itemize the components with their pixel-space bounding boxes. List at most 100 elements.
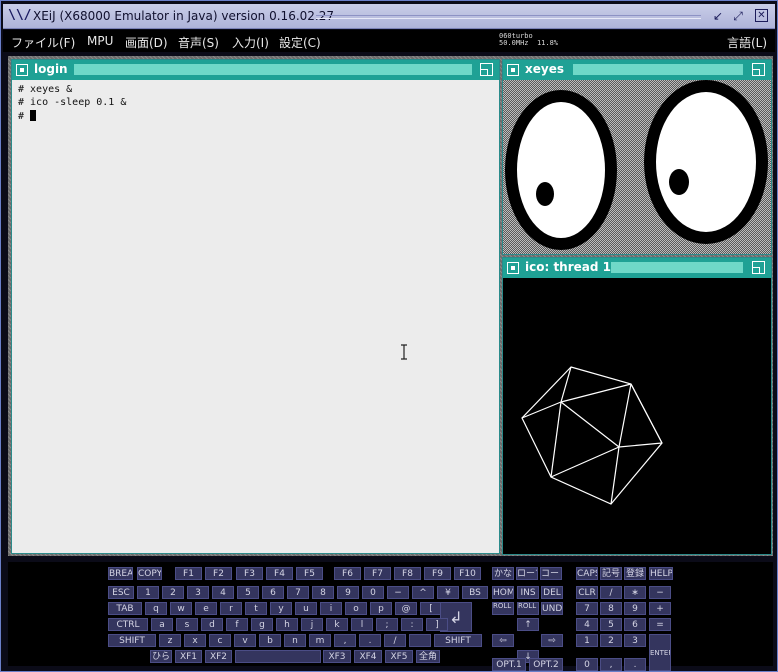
key-3[interactable]: 3 — [187, 586, 209, 599]
key-t[interactable]: t — [245, 602, 267, 615]
key--[interactable]: [ — [420, 602, 442, 615]
key-ロ-マ[interactable]: ローマ — [516, 567, 538, 580]
key-8[interactable]: 8 — [600, 602, 622, 615]
key-a[interactable]: a — [151, 618, 173, 631]
key-home[interactable]: HOME — [492, 586, 514, 599]
key-c[interactable]: c — [209, 634, 231, 647]
key-1[interactable]: 1 — [137, 586, 159, 599]
key-caps[interactable]: CAPS — [576, 567, 598, 580]
key-0[interactable]: 0 — [576, 658, 598, 671]
key--[interactable]: − — [649, 586, 671, 599]
key-xf4[interactable]: XF4 — [354, 650, 382, 663]
menu-language[interactable]: 言語(L) — [727, 34, 767, 51]
menu-display[interactable]: 画面(D) — [125, 34, 168, 51]
key-xf2[interactable]: XF2 — [205, 650, 232, 663]
key--[interactable]: . — [359, 634, 381, 647]
maximize-icon[interactable] — [752, 63, 765, 76]
key--[interactable]: : — [401, 618, 423, 631]
terminal-area[interactable]: # xeyes & # ico -sleep 0.1 & # — [12, 80, 499, 553]
key-undo[interactable]: UNDO — [541, 602, 563, 615]
key-roll-up[interactable]: ROLL UP — [492, 602, 514, 615]
key-m[interactable]: m — [309, 634, 331, 647]
key-q[interactable]: q — [145, 602, 167, 615]
key-f6[interactable]: F6 — [334, 567, 361, 580]
key-6[interactable]: 6 — [262, 586, 284, 599]
key-g[interactable]: g — [251, 618, 273, 631]
key-shift[interactable]: SHIFT — [108, 634, 156, 647]
menu-settings[interactable]: 設定(C) — [279, 34, 321, 51]
key-7[interactable]: 7 — [576, 602, 598, 615]
title-bar[interactable]: \\/ XEiJ (X68000 Emulator in Java) versi… — [3, 4, 775, 29]
key-b[interactable]: b — [259, 634, 281, 647]
key-3[interactable]: 3 — [624, 634, 646, 647]
key-f5[interactable]: F5 — [296, 567, 323, 580]
key-9[interactable]: 9 — [624, 602, 646, 615]
key--[interactable]: ; — [376, 618, 398, 631]
menu-sound[interactable]: 音声(S) — [178, 34, 219, 51]
key-1[interactable]: 1 — [576, 634, 598, 647]
key-opt-2[interactable]: OPT.2 — [529, 658, 563, 671]
key--[interactable]: ∕ — [384, 634, 406, 647]
key-0[interactable]: 0 — [362, 586, 384, 599]
key-ひら[interactable]: ひら — [150, 650, 172, 663]
key-n[interactable]: n — [284, 634, 306, 647]
minimize-icon[interactable]: ↙ — [711, 9, 725, 23]
window-menu-icon[interactable] — [507, 262, 519, 274]
key--[interactable]: , — [600, 658, 622, 671]
key-opt-1[interactable]: OPT.1 — [492, 658, 526, 671]
maximize-icon[interactable] — [752, 261, 765, 274]
key--[interactable]: − — [387, 586, 409, 599]
maximize-icon[interactable]: ⤢ — [731, 9, 745, 23]
key-bs[interactable]: BS — [462, 586, 488, 599]
window-menu-icon[interactable] — [507, 64, 519, 76]
key--[interactable]: ∗ — [624, 586, 646, 599]
key-enter[interactable]: ENTER — [649, 634, 671, 671]
key-v[interactable]: v — [234, 634, 256, 647]
key-4[interactable]: 4 — [576, 618, 598, 631]
key-z[interactable]: z — [159, 634, 181, 647]
key-space[interactable] — [409, 634, 431, 647]
key-5[interactable]: 5 — [600, 618, 622, 631]
key-del[interactable]: DEL — [541, 586, 563, 599]
key-copy[interactable]: COPY — [137, 567, 162, 580]
menu-mpu[interactable]: MPU — [87, 34, 113, 48]
key--[interactable]: + — [649, 602, 671, 615]
xeyes-window[interactable]: xeyes — [502, 59, 772, 255]
key-r[interactable]: r — [220, 602, 242, 615]
xeyes-title-bar[interactable]: xeyes — [503, 60, 771, 80]
key-xf1[interactable]: XF1 — [175, 650, 202, 663]
key--[interactable]: = — [649, 618, 671, 631]
key-2[interactable]: 2 — [162, 586, 184, 599]
key-x[interactable]: x — [184, 634, 206, 647]
key-ins[interactable]: INS — [517, 586, 539, 599]
key-f3[interactable]: F3 — [236, 567, 263, 580]
key-5[interactable]: 5 — [237, 586, 259, 599]
maximize-icon[interactable] — [480, 63, 493, 76]
window-menu-icon[interactable] — [16, 64, 28, 76]
key-ctrl[interactable]: CTRL — [108, 618, 148, 631]
key--[interactable]: ^ — [412, 586, 434, 599]
key-f10[interactable]: F10 — [454, 567, 481, 580]
key--[interactable]: ↑ — [517, 618, 539, 631]
key-xf5[interactable]: XF5 — [385, 650, 413, 663]
key-k[interactable]: k — [326, 618, 348, 631]
x68000-screen[interactable]: login # xeyes & # ico -sleep 0.1 & # xey… — [8, 56, 773, 556]
menu-input[interactable]: 入力(I) — [232, 34, 269, 51]
key--[interactable]: , — [334, 634, 356, 647]
key--[interactable]: . — [624, 658, 646, 671]
login-window[interactable]: login # xeyes & # ico -sleep 0.1 & # — [11, 59, 500, 554]
key-f7[interactable]: F7 — [364, 567, 391, 580]
login-title-bar[interactable]: login — [12, 60, 499, 80]
key-d[interactable]: d — [201, 618, 223, 631]
key-h[interactable]: h — [276, 618, 298, 631]
key-f8[interactable]: F8 — [394, 567, 421, 580]
key-tab[interactable]: TAB — [108, 602, 142, 615]
menu-file[interactable]: ファイル(F) — [11, 34, 75, 51]
key-i[interactable]: i — [320, 602, 342, 615]
key-u[interactable]: u — [295, 602, 317, 615]
key--[interactable]: @ — [395, 602, 417, 615]
key--[interactable]: ⇦ — [492, 634, 514, 647]
key-e[interactable]: e — [195, 602, 217, 615]
key-9[interactable]: 9 — [337, 586, 359, 599]
key-f4[interactable]: F4 — [266, 567, 293, 580]
